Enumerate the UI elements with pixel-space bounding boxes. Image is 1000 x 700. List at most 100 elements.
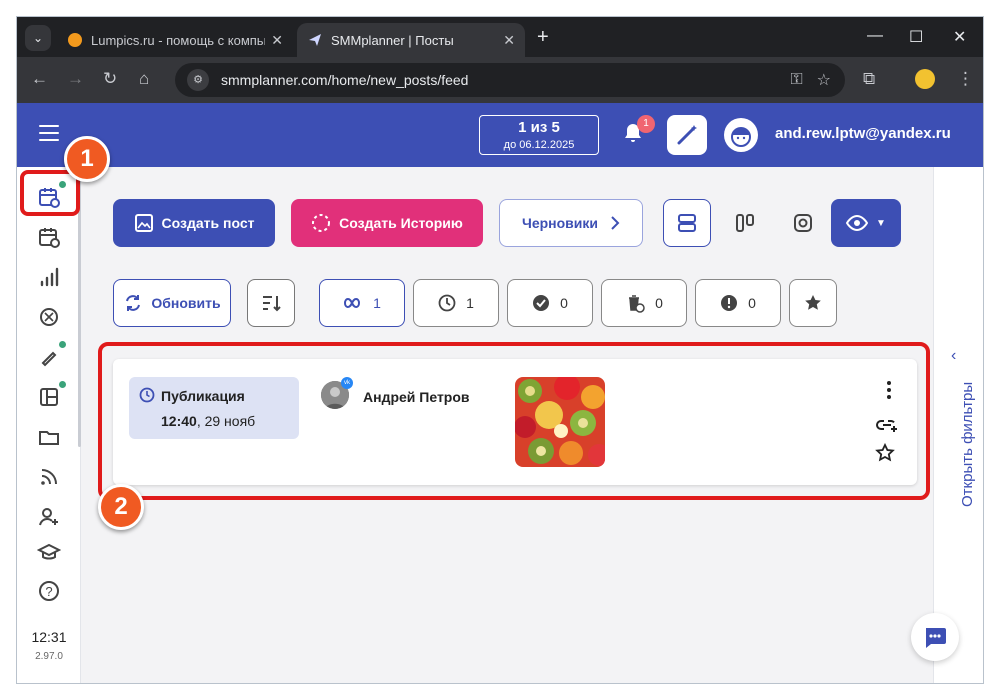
tab-lumpics[interactable]: Lumpics.ru - помощь с компью ✕ (57, 23, 293, 57)
instagram-icon (794, 214, 812, 232)
bookmark-star-icon[interactable]: ☆ (817, 70, 831, 90)
clock-icon (438, 294, 456, 312)
filter-favorites[interactable] (789, 279, 837, 327)
infinity-icon (344, 297, 361, 309)
back-icon[interactable]: ← (31, 69, 48, 89)
brush-icon[interactable] (37, 345, 61, 369)
lumpics-favicon-icon (68, 33, 82, 47)
sort-icon (263, 296, 281, 312)
close-window-icon[interactable]: ✕ (953, 27, 966, 47)
app-version: 2.97.0 (35, 651, 63, 662)
sort-button[interactable] (247, 279, 295, 327)
filter-all[interactable]: 1 (319, 279, 405, 327)
left-sidebar: ? 12:31 2.97.0 (17, 167, 81, 683)
tab-search-button[interactable]: ⌄ (25, 25, 51, 51)
browser-toolbar: ← → ↻ ⌂ ⚙ smmplanner.com/home/new_posts/… (17, 57, 983, 103)
status-dot (59, 381, 66, 388)
image-icon (134, 214, 153, 232)
sidebar-scrollbar[interactable] (78, 177, 81, 447)
hamburger-menu-icon[interactable] (39, 125, 59, 146)
profile-icon[interactable] (915, 69, 935, 89)
maximize-icon[interactable]: ☐ (909, 27, 923, 47)
refresh-icon (126, 295, 141, 311)
trash-clock-icon (629, 295, 645, 313)
open-filters-label[interactable]: Открыть фильтры (959, 382, 976, 507)
status-dot (59, 341, 66, 348)
story-circle-icon (312, 214, 331, 232)
address-bar[interactable]: ⚙ smmplanner.com/home/new_posts/feed ⚿ ☆ (175, 63, 845, 97)
error-icon (721, 295, 738, 311)
filter-deleted-count: 0 (655, 295, 663, 311)
reload-icon[interactable]: ↻ (103, 69, 117, 89)
graduation-cap-icon[interactable] (37, 541, 61, 565)
tab-close-icon[interactable]: ✕ (503, 32, 515, 49)
step-badge-1: 1 (64, 136, 110, 182)
view-columns-button[interactable] (721, 199, 769, 247)
create-story-button[interactable]: Создать Историю (291, 199, 483, 247)
tab-strip: ⌄ Lumpics.ru - помощь с компью ✕ SMMplan… (17, 17, 983, 57)
folder-icon[interactable] (37, 425, 61, 449)
filter-all-count: 1 (373, 295, 381, 311)
refresh-label: Обновить (151, 295, 221, 311)
drafts-button[interactable]: Черновики (499, 199, 643, 247)
tab-close-icon[interactable]: ✕ (271, 32, 283, 49)
chat-icon (926, 628, 946, 648)
filter-errors-count: 0 (748, 295, 756, 311)
view-instagram-button[interactable] (779, 199, 827, 247)
rss-icon[interactable] (37, 465, 61, 489)
layout-icon[interactable] (37, 385, 61, 409)
extensions-icon[interactable]: ⧉ (863, 69, 875, 89)
drafts-label: Черновики (521, 215, 598, 231)
filter-errors[interactable]: 0 (695, 279, 781, 327)
list-view-icon (678, 214, 696, 232)
refresh-button[interactable]: Обновить (113, 279, 231, 327)
svg-text:?: ? (45, 584, 52, 599)
post-limit-counter[interactable]: 1 из 5 до 06.12.2025 (479, 115, 599, 155)
analytics-icon[interactable] (37, 265, 61, 289)
star-icon (805, 295, 821, 310)
counter-sub: до 06.12.2025 (503, 139, 575, 151)
chevron-left-icon[interactable]: ‹ (951, 347, 956, 365)
create-post-button[interactable]: Создать пост (113, 199, 275, 247)
view-list-button[interactable] (663, 199, 711, 247)
columns-view-icon (736, 214, 754, 232)
notification-badge: 1 (637, 115, 655, 133)
help-icon[interactable]: ? (37, 579, 61, 603)
highlight-box-2 (98, 342, 930, 500)
smmplanner-favicon-icon (309, 34, 321, 46)
menu-dots-icon[interactable]: ⋮ (957, 69, 974, 89)
filter-scheduled[interactable]: 1 (413, 279, 499, 327)
filter-published[interactable]: 0 (507, 279, 593, 327)
minimize-icon[interactable]: — (867, 27, 883, 45)
add-user-icon[interactable] (37, 505, 61, 529)
magic-wand-button[interactable] (667, 115, 707, 155)
create-post-label: Создать пост (161, 215, 255, 231)
ai-icon[interactable] (37, 305, 61, 329)
user-avatar[interactable] (724, 118, 758, 152)
highlight-box-1 (20, 170, 80, 216)
chevron-right-icon (611, 216, 620, 230)
calendar-icon[interactable] (37, 225, 61, 249)
forward-icon[interactable]: → (67, 69, 84, 89)
filter-scheduled-count: 1 (466, 295, 474, 311)
new-tab-button[interactable]: + (537, 25, 549, 49)
key-icon[interactable]: ⚿ (790, 71, 802, 89)
tab-smmplanner[interactable]: SMMplanner | Посты ✕ (297, 23, 525, 57)
caret-down-icon: ▼ (876, 217, 886, 229)
eye-icon (846, 215, 869, 231)
filter-published-count: 0 (560, 295, 568, 311)
url-text: smmplanner.com/home/new_posts/feed (221, 72, 469, 88)
user-email[interactable]: and.rew.lptw@yandex.ru (775, 125, 951, 142)
create-story-label: Создать Историю (339, 215, 463, 231)
home-icon[interactable]: ⌂ (139, 69, 149, 89)
filter-deleted[interactable]: 0 (601, 279, 687, 327)
tab-title: Lumpics.ru - помощь с компью (91, 32, 266, 48)
visibility-dropdown-button[interactable]: ▼ (831, 199, 901, 247)
support-chat-button[interactable] (911, 613, 959, 661)
step-badge-2: 2 (98, 484, 144, 530)
app-header: 1 из 5 до 06.12.2025 1 and.rew.lptw@yand… (17, 103, 983, 167)
magic-wand-icon (677, 125, 697, 145)
site-info-icon[interactable]: ⚙ (187, 69, 209, 91)
clock-time: 12:31 (31, 629, 67, 645)
counter-main: 1 из 5 (518, 119, 560, 136)
